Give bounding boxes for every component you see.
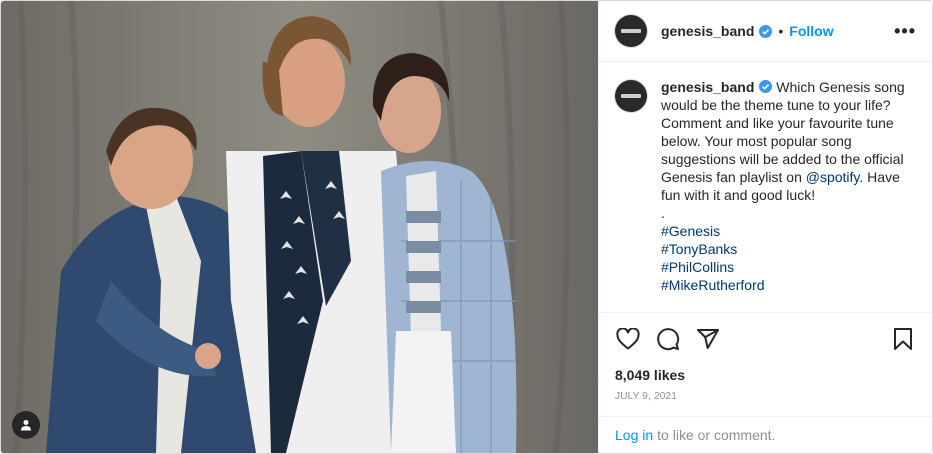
caption-avatar[interactable] (615, 80, 647, 112)
caption-text: genesis_band Which Genesis song would be… (661, 78, 916, 294)
spotify-mention-link[interactable]: @spotify (806, 169, 860, 185)
verified-badge-icon (759, 24, 773, 38)
genesis-logo-icon (621, 29, 641, 33)
header-username[interactable]: genesis_band (661, 23, 754, 39)
header-separator: • (778, 23, 784, 39)
save-button[interactable] (890, 326, 916, 352)
follow-button[interactable]: Follow (789, 23, 833, 39)
hashtag-link[interactable]: #Genesis (661, 222, 916, 240)
comment-button[interactable] (655, 326, 681, 352)
comment-icon (657, 328, 680, 351)
post-caption: genesis_band Which Genesis song would be… (615, 78, 916, 294)
login-prompt-text: to like or comment. (657, 427, 776, 443)
action-icons (615, 319, 916, 359)
login-prompt: Log in to like or comment. (599, 416, 932, 453)
heart-icon (616, 328, 640, 350)
verified-badge-icon (759, 80, 773, 93)
post-actions: 8,049 likes JULY 9, 2021 (599, 312, 932, 416)
post-header: genesis_band • Follow ••• (599, 1, 932, 62)
band-photo-illustration (1, 1, 598, 453)
login-link[interactable]: Log in (615, 427, 653, 443)
hashtag-link[interactable]: #PhilCollins (661, 258, 916, 276)
avatar[interactable] (615, 15, 647, 47)
share-icon (697, 329, 719, 349)
caption-username[interactable]: genesis_band (661, 79, 754, 95)
post-dialog: genesis_band • Follow ••• genesis_band W… (0, 0, 933, 454)
share-button[interactable] (695, 326, 721, 352)
genesis-logo-icon (621, 94, 641, 98)
likes-count[interactable]: 8,049 likes (615, 367, 916, 383)
caption-dot-line: . (661, 205, 665, 221)
like-button[interactable] (615, 326, 641, 352)
hashtag-link[interactable]: #MikeRutherford (661, 276, 916, 294)
hashtag-link[interactable]: #TonyBanks (661, 240, 916, 258)
bookmark-icon (894, 328, 912, 350)
more-options-icon[interactable]: ••• (894, 21, 916, 42)
tagged-users-button[interactable] (12, 411, 40, 439)
post-side-panel: genesis_band • Follow ••• genesis_band W… (598, 1, 932, 453)
post-date[interactable]: JULY 9, 2021 (615, 391, 916, 402)
post-photo[interactable] (1, 1, 598, 453)
comments-area[interactable]: genesis_band Which Genesis song would be… (599, 62, 932, 312)
user-tag-icon (21, 420, 31, 431)
